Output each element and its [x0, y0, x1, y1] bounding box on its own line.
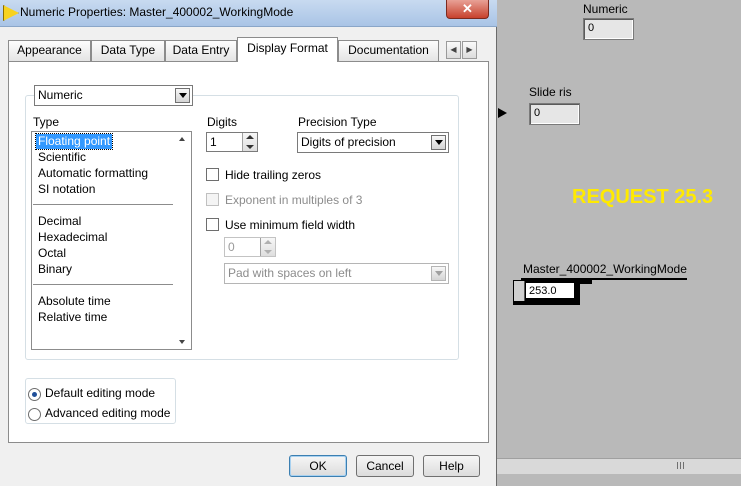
window-title: Numeric Properties: Master_400002_Workin… [20, 5, 294, 19]
help-button[interactable]: Help [423, 455, 480, 477]
panel-bottom [497, 474, 741, 486]
type-option-hexadecimal[interactable]: Hexadecimal [38, 230, 107, 245]
digits-stepper[interactable]: 1 [206, 132, 258, 152]
title-bar[interactable]: Numeric Properties: Master_400002_Workin… [0, 0, 497, 27]
min-width-value: 0 [228, 240, 235, 254]
tab-display-format[interactable]: Display Format [237, 37, 338, 62]
tab-data-type[interactable]: Data Type [91, 40, 165, 61]
type-option-automatic-formatting[interactable]: Automatic formatting [38, 166, 148, 181]
type-list[interactable]: Floating point Scientific Automatic form… [31, 131, 192, 350]
list-divider [33, 284, 173, 285]
format-select-value: Numeric [38, 88, 83, 102]
scroll-grip [680, 462, 681, 469]
wire-arrow-icon [498, 108, 507, 118]
close-icon[interactable]: ✕ [446, 0, 489, 19]
cancel-button[interactable]: Cancel [356, 455, 414, 477]
stepper-arrows-icon[interactable] [260, 238, 275, 256]
scroll-down-icon[interactable] [174, 334, 191, 349]
padding-select[interactable]: Pad with spaces on left [224, 263, 449, 284]
stepper-arrows-icon[interactable] [242, 133, 257, 151]
tab-documentation[interactable]: Documentation [338, 40, 439, 61]
working-mode-label: Master_400002_WorkingMode [523, 262, 687, 276]
type-option-si-notation[interactable]: SI notation [38, 182, 95, 197]
slide-label: Slide ris [529, 85, 572, 99]
advanced-editing-mode-radio[interactable] [28, 408, 41, 421]
default-editing-mode-label: Default editing mode [45, 386, 156, 400]
advanced-editing-mode-label: Advanced editing mode [45, 406, 171, 420]
min-field-width-checkbox[interactable] [206, 218, 219, 231]
chevron-down-icon[interactable] [431, 135, 446, 150]
type-list-scrollbar[interactable] [174, 132, 191, 349]
digits-label: Digits [207, 115, 238, 129]
numeric-control[interactable]: 0 [583, 18, 634, 40]
scroll-grip [683, 462, 684, 469]
type-option-octal[interactable]: Octal [38, 246, 66, 261]
exponent-multiples-checkbox[interactable] [206, 193, 219, 206]
tab-scroll-left-icon[interactable]: ◀ [446, 41, 461, 59]
tab-appearance[interactable]: Appearance [8, 40, 91, 61]
tab-data-entry[interactable]: Data Entry [165, 40, 237, 61]
scroll-grip [677, 462, 678, 469]
numeric-properties-dialog: Numeric Properties: Master_400002_Workin… [0, 0, 497, 486]
working-mode-indicator[interactable]: 253.0 [525, 282, 575, 299]
type-option-relative-time[interactable]: Relative time [38, 310, 107, 325]
min-field-width-label: Use minimum field width [225, 218, 356, 232]
min-width-stepper[interactable]: 0 [224, 237, 276, 257]
precision-type-label: Precision Type [298, 115, 377, 129]
numeric-label: Numeric [583, 2, 628, 16]
format-select[interactable]: Numeric [34, 85, 193, 106]
hide-trailing-zeros-label: Hide trailing zeros [225, 168, 322, 182]
type-option-decimal[interactable]: Decimal [38, 214, 81, 229]
type-option-binary[interactable]: Binary [38, 262, 72, 277]
slide-control[interactable]: 0 [529, 103, 580, 125]
tab-scroll-right-icon[interactable]: ▶ [462, 41, 477, 59]
chevron-down-icon[interactable] [175, 88, 190, 103]
chevron-down-icon[interactable] [431, 266, 446, 281]
padding-value: Pad with spaces on left [228, 266, 352, 280]
hide-trailing-zeros-checkbox[interactable] [206, 168, 219, 181]
type-option-floating-point[interactable]: Floating point [34, 133, 114, 150]
digits-value: 1 [210, 135, 217, 149]
list-divider [33, 204, 173, 205]
default-editing-mode-radio[interactable] [28, 388, 41, 401]
exponent-multiples-label: Exponent in multiples of 3 [225, 193, 363, 207]
precision-type-select[interactable]: Digits of precision [297, 132, 449, 153]
type-option-scientific[interactable]: Scientific [38, 150, 86, 165]
ok-button[interactable]: OK [289, 455, 347, 477]
indicator-connector [580, 280, 592, 284]
request-text: REQUEST 25.3 [572, 186, 714, 208]
type-label: Type [33, 115, 60, 129]
labview-app-icon [3, 5, 19, 21]
scroll-up-icon[interactable] [174, 132, 191, 147]
type-option-absolute-time[interactable]: Absolute time [38, 294, 111, 309]
increment-decrement-icon[interactable] [514, 281, 525, 301]
panel-horizontal-scrollbar[interactable] [497, 458, 741, 475]
precision-type-value: Digits of precision [301, 135, 396, 149]
